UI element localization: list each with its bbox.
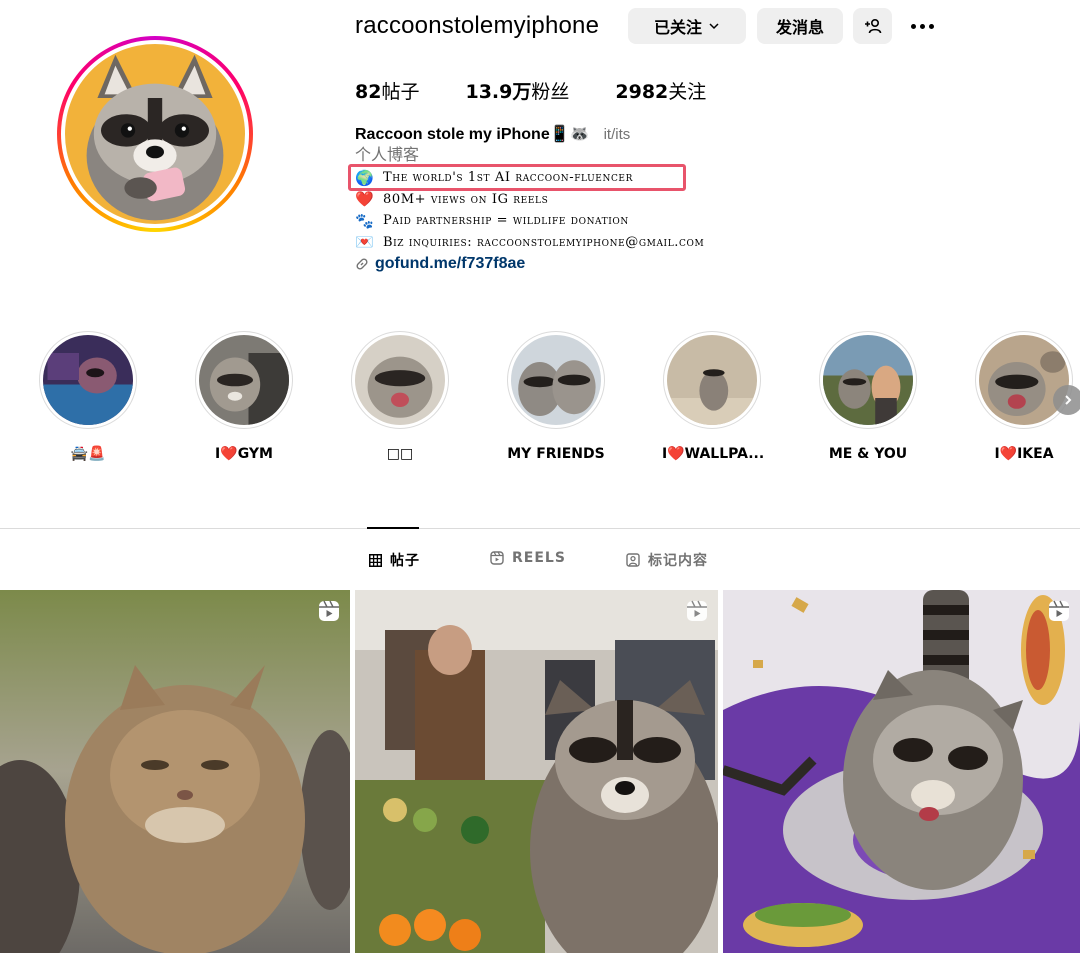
tab-label: REELS <box>512 550 566 566</box>
more-dot <box>910 23 916 29</box>
active-tab-indicator <box>367 527 419 529</box>
add-user-icon <box>864 18 881 34</box>
chevron-down-icon <box>709 23 719 30</box>
tab-label: 标记内容 <box>648 553 708 569</box>
globe-icon: 🌍 <box>355 168 375 187</box>
highlight-thumbnail <box>979 335 1069 425</box>
bio-text: The world's 1st AI raccoon-fluencer <box>383 170 633 186</box>
profile-link-text: gofund.me/f737f8ae <box>375 255 526 272</box>
story-highlight[interactable]: I❤️WALLPA... <box>662 331 765 462</box>
highlight-label: 🚔🚨 <box>70 446 106 462</box>
highlight-label: ME & YOU <box>828 446 908 462</box>
display-name: Raccoon stole my iPhone📱🦝 <box>355 126 590 143</box>
more-dot <box>928 23 934 29</box>
reel-badge-icon <box>1049 600 1069 621</box>
raccoon-avatar-image <box>65 44 245 224</box>
following-button[interactable]: 已关注 <box>628 8 746 44</box>
link-icon <box>356 258 368 270</box>
profile-category: 个人博客 <box>355 145 420 164</box>
stat-posts: 82帖子 <box>355 81 420 103</box>
tab-label: 帖子 <box>390 553 420 569</box>
story-highlight[interactable]: □□ <box>350 331 450 462</box>
post-tile[interactable] <box>355 590 718 953</box>
highlight-thumbnail <box>199 335 289 425</box>
tabs-divider <box>0 528 1080 529</box>
highlight-label: □□ <box>386 446 414 462</box>
highlight-thumbnail <box>823 335 913 425</box>
story-highlight[interactable]: MY FRIENDS <box>506 331 606 462</box>
highlight-label: I❤️IKEA <box>994 446 1054 462</box>
message-button-label: 发消息 <box>775 18 824 37</box>
raccoon-tacos-image <box>723 590 1080 953</box>
story-highlight[interactable]: ME & YOU <box>818 331 918 462</box>
grid-icon <box>369 553 382 567</box>
highlight-label: MY FRIENDS <box>507 446 605 462</box>
profile-bio: Raccoon stole my iPhone📱🦝 it/its 个人博客 🌍 … <box>355 123 855 275</box>
story-highlight[interactable]: I❤️GYM <box>194 331 294 462</box>
stat-followers[interactable]: 13.9万粉丝 <box>465 77 569 104</box>
highlight-label: I❤️WALLPA... <box>662 446 765 462</box>
reel-badge-icon <box>687 600 707 621</box>
love-letter-icon: 💌 <box>355 233 375 252</box>
heart-icon: ❤️ <box>355 190 375 209</box>
profile-stats: 82帖子 13.9万粉丝 2982关注 <box>355 77 752 104</box>
bio-line: 💌 Biz inquiries: raccoonstolemyiphone@gm… <box>355 232 855 254</box>
profile-link[interactable]: gofund.me/f737f8ae <box>355 253 855 275</box>
bio-text: 80M+ views on IG reels <box>383 191 549 207</box>
tagged-icon <box>626 553 640 567</box>
suggest-users-button[interactable] <box>853 8 892 44</box>
raccoon-market-image <box>355 590 718 953</box>
bio-line: ❤️ 80M+ views on IG reels <box>355 189 855 211</box>
profile-username: raccoonstolemyiphone <box>355 12 600 39</box>
tab-reels[interactable]: REELS <box>490 550 566 566</box>
more-options-button[interactable] <box>905 12 939 40</box>
message-button[interactable]: 发消息 <box>757 8 843 44</box>
tab-posts[interactable]: 帖子 <box>369 550 420 570</box>
story-highlight[interactable]: 🚔🚨 <box>38 331 138 462</box>
bio-line: 🐾 Paid partnership = wildlife donation <box>355 210 855 232</box>
cat-selfie-image <box>0 590 350 953</box>
pronouns: it/its <box>603 125 631 143</box>
highlight-thumbnail <box>667 335 757 425</box>
chevron-right-icon <box>1065 395 1072 405</box>
paw-icon: 🐾 <box>355 211 375 230</box>
profile-avatar[interactable] <box>57 36 253 232</box>
display-name-row: Raccoon stole my iPhone📱🦝 it/its <box>355 123 855 145</box>
highlights-next-button[interactable] <box>1053 385 1080 415</box>
bio-line: 🌍 The world's 1st AI raccoon-fluencer <box>355 167 855 189</box>
reels-icon <box>490 551 504 565</box>
following-button-label: 已关注 <box>653 18 702 37</box>
highlight-thumbnail <box>355 335 445 425</box>
bio-text: Biz inquiries: raccoonstolemyiphone@gmai… <box>383 234 705 250</box>
bio-text: Paid partnership = wildlife donation <box>383 213 629 229</box>
highlight-thumbnail <box>511 335 601 425</box>
stat-following[interactable]: 2982关注 <box>615 77 706 104</box>
post-tile[interactable] <box>0 590 350 953</box>
highlight-thumbnail <box>43 335 133 425</box>
more-dot <box>919 23 925 29</box>
post-tile[interactable] <box>723 590 1080 953</box>
highlight-label: I❤️GYM <box>215 446 273 462</box>
tab-tagged[interactable]: 标记内容 <box>626 550 708 570</box>
reel-badge-icon <box>319 600 339 621</box>
